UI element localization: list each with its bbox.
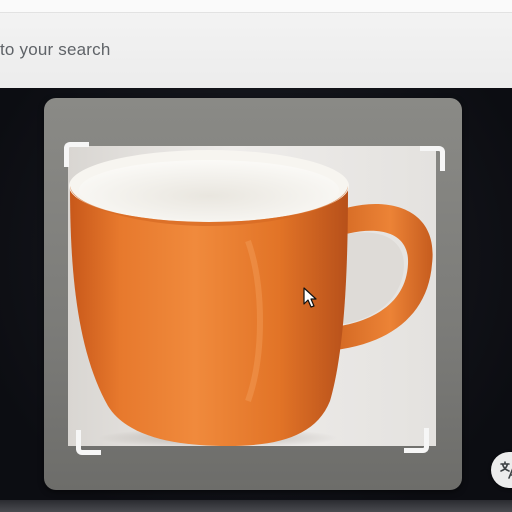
orange-mug-photo bbox=[69, 150, 433, 446]
translate-icon bbox=[500, 461, 512, 479]
screen: to your search bbox=[0, 0, 512, 512]
browser-top-strip bbox=[0, 0, 512, 13]
crop-handle-top-right[interactable] bbox=[420, 146, 445, 171]
arrow-cursor-icon bbox=[303, 287, 317, 309]
crop-handle-bottom-left[interactable] bbox=[76, 430, 101, 455]
selected-image[interactable] bbox=[68, 146, 436, 446]
crop-handle-top-left[interactable] bbox=[64, 142, 89, 167]
search-bar[interactable]: to your search bbox=[0, 0, 512, 89]
search-text: to your search bbox=[0, 40, 111, 59]
bottom-bezel bbox=[0, 500, 512, 512]
crop-handle-bottom-right[interactable] bbox=[404, 428, 429, 453]
